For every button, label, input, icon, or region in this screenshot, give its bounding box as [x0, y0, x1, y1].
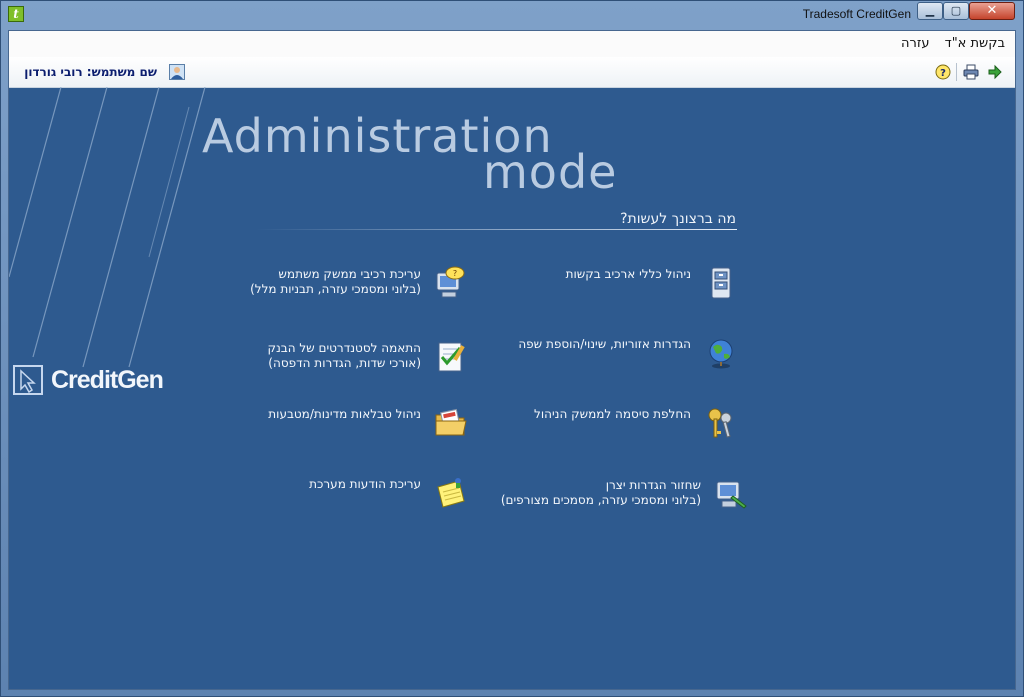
action-label: הגדרות אזוריות, שינוי/הוספת שפה — [518, 337, 691, 351]
client-area: בקשת א"ד עזרה שם משתמש: רובי גורדון ? Cr… — [8, 30, 1016, 690]
folder-icon — [433, 405, 469, 441]
user-name-label: שם משתמש: רובי גורדון — [24, 65, 157, 79]
action-label: עריכת הודעות מערכת — [309, 477, 421, 491]
action-restore-defaults[interactable]: שחזור הגדרות יצרן (בלוני ומסמכי עזרה, מס… — [469, 474, 749, 514]
svg-text:?: ? — [940, 68, 946, 79]
action-edit-ui-components[interactable]: ? עריכת רכיבי ממשק משתמש (בלוני ומסמכי ע… — [219, 263, 469, 303]
checklist-icon — [433, 339, 469, 375]
menu-item-help[interactable]: עזרה — [901, 31, 929, 57]
minimize-button[interactable]: ▁ — [917, 2, 943, 20]
menu-bar: בקשת א"ד עזרה — [9, 31, 1015, 57]
action-label: שחזור הגדרות יצרן (בלוני ומסמכי עזרה, מס… — [500, 478, 701, 507]
menu-item-requests[interactable]: בקשת א"ד — [945, 31, 1005, 57]
action-bank-standards[interactable]: התאמה לסטנדרטים של הבנק (אורכי שדות, הגד… — [219, 337, 469, 377]
app-icon[interactable]: t — [8, 6, 24, 22]
toolbar: שם משתמש: רובי גורדון ? — [9, 57, 1015, 88]
globe-icon — [703, 335, 739, 371]
notepad-icon — [433, 475, 469, 511]
action-country-currency-tables[interactable]: ניהול טבלאות מדינות/מטבעות — [219, 403, 469, 443]
heading-underline — [256, 229, 737, 230]
action-label: החלפת סיסמה לממשק הניהול — [534, 407, 691, 421]
toolbar-separator — [956, 63, 957, 81]
help-icon[interactable]: ? — [935, 64, 951, 80]
action-archive-rules[interactable]: ניהול כללי ארכיב בקשות — [489, 263, 739, 303]
action-label: התאמה לסטנדרטים של הבנק (אורכי שדות, הגד… — [267, 341, 421, 370]
action-label: עריכת רכיבי ממשק משתמש (בלוני ומסמכי עזר… — [250, 267, 421, 296]
print-icon[interactable] — [963, 64, 979, 80]
action-regional-settings[interactable]: הגדרות אזוריות, שינוי/הוספת שפה — [489, 333, 739, 373]
cursor-logo-icon — [13, 365, 43, 395]
app-window: t Tradesoft CreditGen ▁ ▢ ✕ בקשת א"ד עזר… — [0, 0, 1024, 697]
restore-computer-icon — [713, 476, 749, 512]
keys-icon — [703, 405, 739, 441]
action-label: ניהול טבלאות מדינות/מטבעות — [268, 407, 421, 421]
computer-help-icon: ? — [433, 265, 469, 301]
creditgen-logo: CreditGen — [13, 362, 173, 398]
title-bar[interactable]: t Tradesoft CreditGen ▁ ▢ ✕ — [1, 1, 1023, 27]
action-change-password[interactable]: החלפת סיסמה לממשק הניהול — [489, 403, 739, 443]
file-cabinet-icon — [703, 265, 739, 301]
svg-text:?: ? — [453, 269, 457, 278]
close-button[interactable]: ✕ — [969, 2, 1015, 20]
action-label: ניהול כללי ארכיב בקשות — [565, 267, 691, 281]
exit-arrow-icon[interactable] — [987, 64, 1003, 80]
maximize-button[interactable]: ▢ — [943, 2, 969, 20]
admin-panel: CreditGen Administration mode מה ברצונך … — [9, 87, 1015, 689]
user-icon — [169, 64, 185, 80]
headline-mode: mode — [483, 145, 618, 199]
logo-text: CreditGen — [51, 366, 164, 394]
question-heading: מה ברצונך לעשות? — [620, 211, 736, 227]
decorative-lines — [9, 87, 206, 368]
action-edit-system-messages[interactable]: עריכת הודעות מערכת — [219, 473, 469, 513]
window-title: Tradesoft CreditGen — [802, 7, 911, 21]
